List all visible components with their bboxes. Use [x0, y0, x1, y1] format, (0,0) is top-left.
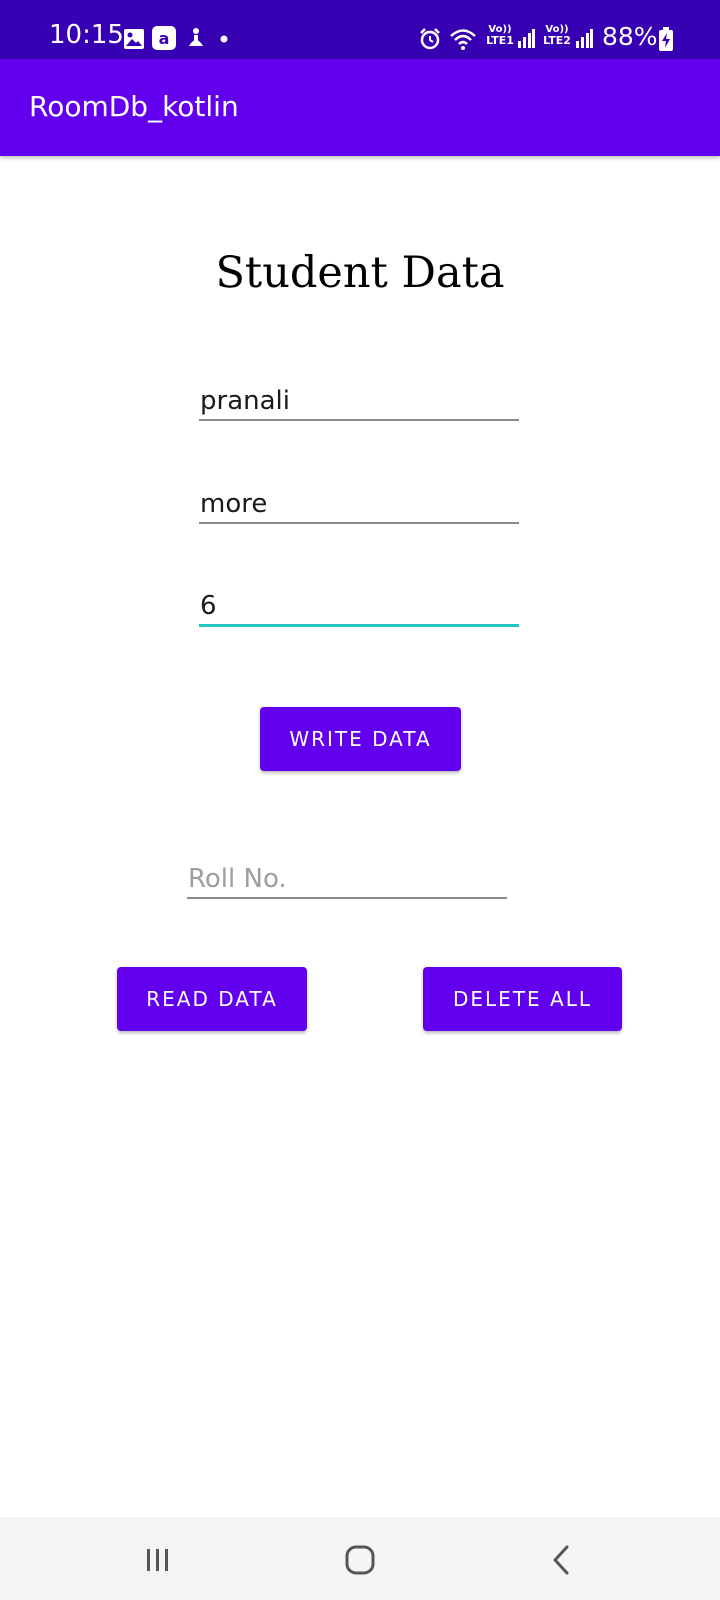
status-bar: 10:15 a Vo)) LTE1 Vo)) LTE2 88%: [0, 0, 720, 59]
status-time: 10:15: [49, 20, 124, 50]
signal-icon: [576, 29, 593, 48]
signal-icon: [518, 29, 535, 48]
svg-text:a: a: [159, 29, 170, 48]
first-name-field[interactable]: pranali: [199, 379, 519, 421]
write-data-button[interactable]: WRITE DATA: [260, 707, 461, 771]
sim2-indicator: Vo)) LTE2: [540, 25, 574, 47]
roll-number-field[interactable]: 6: [199, 584, 519, 627]
roll-number-value: 6: [200, 591, 217, 621]
sim1-indicator: Vo)) LTE1: [483, 25, 517, 47]
delete-all-button[interactable]: DELETE ALL: [423, 967, 622, 1031]
battery-percent: 88%: [602, 22, 658, 51]
sim1-label: LTE1: [486, 34, 514, 47]
roll-search-field[interactable]: Roll No.: [187, 857, 507, 899]
gallery-icon: [124, 29, 144, 49]
battery-icon: [659, 27, 673, 51]
last-name-field[interactable]: more: [199, 482, 519, 524]
a-app-icon: a: [152, 26, 176, 50]
dot-icon: [220, 35, 228, 43]
back-icon[interactable]: [531, 1535, 591, 1583]
app-title: RoomDb_kotlin: [29, 90, 239, 123]
first-name-value: pranali: [200, 386, 290, 416]
recents-icon[interactable]: [127, 1535, 187, 1583]
home-icon[interactable]: [330, 1535, 390, 1583]
notification-icon: [189, 28, 203, 46]
last-name-value: more: [200, 489, 268, 519]
sim2-label: LTE2: [543, 34, 571, 47]
wifi-icon: [450, 29, 476, 50]
app-bar: RoomDb_kotlin: [0, 59, 720, 156]
page-title: Student Data: [215, 248, 505, 298]
roll-search-placeholder: Roll No.: [188, 864, 287, 894]
navigation-bar: [0, 1517, 720, 1600]
read-data-button[interactable]: READ DATA: [117, 967, 307, 1031]
alarm-icon: [420, 28, 440, 50]
